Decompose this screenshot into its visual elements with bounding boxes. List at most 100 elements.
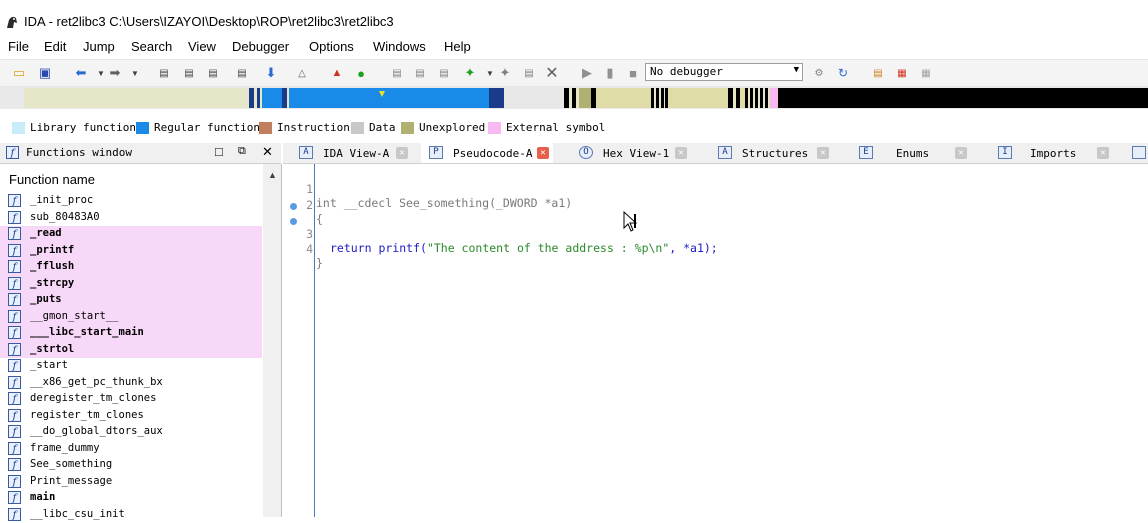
chart-icon-1[interactable]: ▤: [388, 64, 406, 82]
menu-debugger[interactable]: Debugger: [232, 39, 289, 54]
function-list-item[interactable]: f_puts: [0, 292, 262, 309]
format-string[interactable]: "The content of the address : %p\n": [427, 241, 669, 255]
close-icon[interactable]: ✕: [817, 147, 829, 159]
function-list-item[interactable]: f_read: [0, 226, 262, 243]
scroll-up-icon[interactable]: ▲: [268, 170, 277, 180]
menu-search[interactable]: Search: [131, 39, 172, 54]
binary-search-icon[interactable]: ▤: [180, 64, 198, 82]
close-icon[interactable]: ✕: [955, 147, 967, 159]
close-icon[interactable]: ✕: [537, 147, 549, 159]
close-icon[interactable]: ✕: [675, 147, 687, 159]
call-arguments[interactable]: , *a1);: [669, 241, 717, 255]
tab-ida-view-a[interactable]: A IDA View-A ✕: [291, 143, 415, 163]
close-brace[interactable]: }: [316, 256, 323, 270]
function-list-item[interactable]: fPrint_message: [0, 474, 262, 491]
return-printf-call[interactable]: return printf(: [330, 241, 427, 255]
breakpoint-dot-icon[interactable]: [290, 218, 297, 225]
stop-icon[interactable]: ■: [624, 64, 642, 82]
maximize-icon[interactable]: □: [215, 144, 223, 159]
plugin-icon[interactable]: ✦: [461, 64, 479, 82]
list-icon[interactable]: ▤: [869, 64, 887, 82]
tab-overflow[interactable]: [1130, 143, 1148, 163]
breakpoint-dot-icon[interactable]: [290, 203, 297, 210]
function-icon: f: [8, 244, 21, 257]
play-icon[interactable]: ▶: [578, 64, 596, 82]
functions-scrollbar[interactable]: ▲: [263, 164, 281, 517]
function-list-item[interactable]: f_start: [0, 358, 262, 375]
function-icon: f: [8, 442, 21, 455]
text-search-icon[interactable]: ▤: [155, 64, 173, 82]
open-brace[interactable]: {: [316, 212, 323, 226]
function-name-column-header[interactable]: Function name: [0, 168, 262, 190]
function-list-item[interactable]: f__libc_csu_init: [0, 507, 262, 523]
back-arrow-icon[interactable]: ⬅: [72, 64, 90, 82]
function-icon: f: [8, 277, 21, 290]
jump-down-icon[interactable]: ⬇: [262, 64, 280, 82]
function-list-item[interactable]: f_strtol: [0, 342, 262, 359]
ida-view-icon: A: [299, 146, 313, 159]
toolbar: ▭ ▣ ⬅ ▼ ➡ ▼ ▤ ▤ ▤ ▤ ⬇ △ ▲ ● ▤ ▤ ▤ ✦ ▼ ✦ …: [0, 59, 1148, 87]
image-icon[interactable]: ▤: [520, 64, 538, 82]
function-list-item[interactable]: fsub_80483A0: [0, 210, 262, 227]
function-list-item[interactable]: fmain: [0, 490, 262, 507]
search-next-icon[interactable]: ▤: [233, 64, 251, 82]
menu-view[interactable]: View: [188, 39, 216, 54]
menu-bar: File Edit Jump Search View Debugger Opti…: [0, 36, 1148, 58]
save-icon[interactable]: ▣: [36, 64, 54, 82]
function-signature[interactable]: int __cdecl See_something(_DWORD *a1): [316, 196, 572, 210]
tab-structures[interactable]: A Structures ✕: [710, 143, 840, 163]
navigation-band[interactable]: [0, 87, 1148, 109]
menu-jump[interactable]: Jump: [83, 39, 115, 54]
run-circle-icon[interactable]: ●: [352, 64, 370, 82]
tab-pseudocode-a[interactable]: P Pseudocode-A ✕: [421, 143, 553, 163]
menu-edit[interactable]: Edit: [44, 39, 66, 54]
chart-icon-2[interactable]: ▤: [411, 64, 429, 82]
refresh-icon[interactable]: ↻: [834, 64, 852, 82]
code-line-4[interactable]: 4 }: [283, 214, 311, 230]
menu-file[interactable]: File: [8, 39, 29, 54]
tab-hex-view-1[interactable]: O Hex View-1 ✕: [571, 143, 691, 163]
float-window-icon[interactable]: ⧉: [238, 145, 246, 158]
open-folder-icon[interactable]: ▭: [10, 64, 28, 82]
close-x-icon[interactable]: ✕: [543, 64, 561, 82]
close-icon[interactable]: ✕: [262, 144, 273, 160]
navigation-strip[interactable]: [24, 88, 1148, 108]
menu-options[interactable]: Options: [309, 39, 354, 54]
function-list-item[interactable]: f_init_proc: [0, 193, 262, 210]
pin-icon[interactable]: ✦: [496, 64, 514, 82]
close-icon[interactable]: ✕: [1097, 147, 1109, 159]
chart-icon-3[interactable]: ▤: [435, 64, 453, 82]
forward-dropdown-icon[interactable]: ▼: [126, 64, 144, 82]
function-list-item[interactable]: f__do_global_dtors_aux: [0, 424, 262, 441]
breakpoint-delete-icon[interactable]: ▦: [917, 64, 935, 82]
line-number: 4: [303, 242, 313, 256]
function-list-item[interactable]: f_printf: [0, 243, 262, 260]
function-list-item[interactable]: fregister_tm_clones: [0, 408, 262, 425]
function-list-item[interactable]: f _strcpy: [0, 276, 262, 293]
close-icon[interactable]: ✕: [396, 147, 408, 159]
menu-help[interactable]: Help: [444, 39, 471, 54]
tab-imports[interactable]: I Imports ✕: [990, 143, 1120, 163]
function-list-item[interactable]: f__x86_get_pc_thunk_bx: [0, 375, 262, 392]
code-line-3[interactable]: 3 return printf("The content of the addr…: [283, 199, 311, 215]
function-list-item[interactable]: fSee_something: [0, 457, 262, 474]
stop-triangle-icon[interactable]: ▲: [328, 64, 346, 82]
code-line-2[interactable]: 2 {: [283, 184, 311, 200]
function-list-item[interactable]: f_fflush: [0, 259, 262, 276]
pseudocode-view[interactable]: 1 int __cdecl See_something(_DWORD *a1) …: [283, 164, 1148, 517]
tab-enums[interactable]: E Enums ✕: [851, 143, 973, 163]
settings-icon[interactable]: ⚙: [810, 64, 828, 82]
pause-icon[interactable]: ▮: [601, 64, 619, 82]
function-list-item[interactable]: fframe_dummy: [0, 441, 262, 458]
function-list-item[interactable]: fderegister_tm_clones: [0, 391, 262, 408]
function-name: _strcpy: [30, 277, 74, 289]
function-list-item[interactable]: f___libc_start_main: [0, 325, 262, 342]
breakpoint-icon[interactable]: ▦: [893, 64, 911, 82]
graph-icon[interactable]: △: [293, 64, 311, 82]
menu-windows[interactable]: Windows: [373, 39, 426, 54]
code-line-1[interactable]: 1 int __cdecl See_something(_DWORD *a1): [283, 168, 311, 184]
immediate-search-icon[interactable]: ▤: [204, 64, 222, 82]
debugger-select[interactable]: No debugger ▼: [645, 63, 803, 81]
forward-arrow-icon[interactable]: ➡: [106, 64, 124, 82]
function-list-item[interactable]: f__gmon_start__: [0, 309, 262, 326]
